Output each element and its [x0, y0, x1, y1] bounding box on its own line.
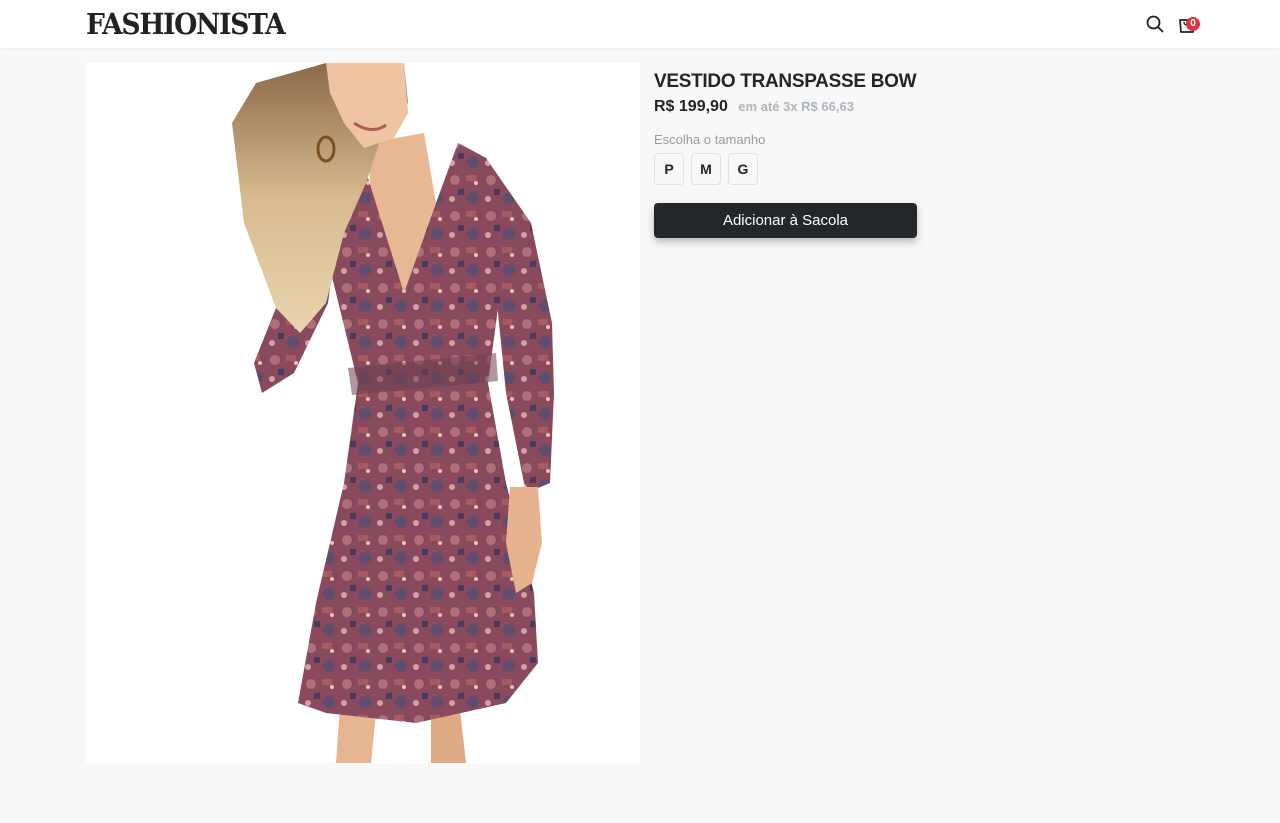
size-button-g[interactable]: G: [728, 153, 758, 185]
search-icon: [1146, 15, 1164, 33]
size-button-p[interactable]: P: [654, 153, 684, 185]
installments-text: em até 3x R$ 66,63: [738, 99, 854, 114]
product-price: R$ 199,90: [654, 98, 728, 115]
price-row: R$ 199,90 em até 3x R$ 66,63: [654, 98, 1214, 120]
size-button-m[interactable]: M: [691, 153, 721, 185]
size-label: Escolha o tamanho: [654, 132, 766, 147]
site-header: FASHIONISTA 0: [0, 0, 1280, 48]
cart-count-badge: 0: [1186, 17, 1200, 31]
add-to-bag-button[interactable]: Adicionar à Sacola: [654, 203, 917, 238]
product-info: VESTIDO TRANSPASSE BOW R$ 199,90 em até …: [654, 70, 1214, 238]
size-options: P M G: [654, 153, 1214, 185]
dress-photo: [86, 63, 640, 763]
search-button[interactable]: [1145, 14, 1165, 34]
site-logo[interactable]: FASHIONISTA: [86, 6, 286, 42]
product-image: [86, 63, 640, 763]
product-title: VESTIDO TRANSPASSE BOW: [654, 71, 917, 92]
